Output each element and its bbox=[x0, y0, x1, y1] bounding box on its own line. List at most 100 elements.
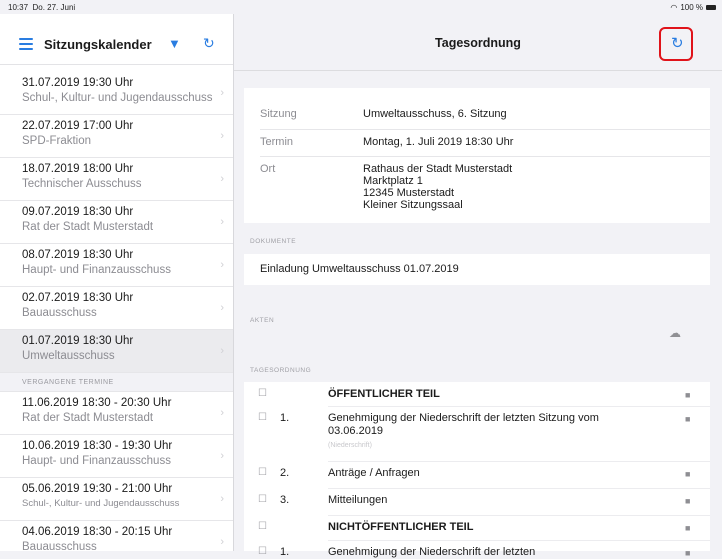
chevron-right-icon: › bbox=[220, 173, 224, 185]
checkbox-icon[interactable]: ☐ bbox=[258, 521, 267, 532]
chevron-right-icon: › bbox=[220, 536, 224, 548]
meeting-date: 31.07.2019 19:30 Uhr bbox=[22, 77, 134, 89]
section-dokumente: DOKUMENTE bbox=[250, 238, 297, 245]
nav-divider bbox=[234, 70, 722, 71]
folder-icon[interactable]: ■ bbox=[685, 414, 690, 424]
meeting-list-item[interactable]: 05.06.2019 19:30 - 21:00 Uhr Schul-, Kult… bbox=[0, 478, 233, 521]
wifi-icon: ◠ bbox=[670, 3, 678, 12]
status-bar: 10:37 Do. 27. Juni ◠ 100 % bbox=[0, 0, 722, 14]
checkbox-icon[interactable]: ☐ bbox=[258, 494, 267, 505]
section-past-meetings: VERGANGENE TERMINE bbox=[0, 373, 233, 392]
folder-icon[interactable]: ■ bbox=[685, 496, 690, 506]
chevron-right-icon: › bbox=[220, 493, 224, 505]
meeting-committee: Bauausschuss bbox=[22, 541, 97, 551]
refresh-icon: ↻ bbox=[671, 35, 684, 52]
meeting-info-card: Sitzung Umweltausschuss, 6. Sitzung Term… bbox=[244, 88, 710, 223]
meeting-committee: Bauausschuss bbox=[22, 307, 97, 319]
meeting-date: 11.06.2019 18:30 - 20:30 Uhr bbox=[22, 397, 172, 409]
folder-icon[interactable]: ■ bbox=[685, 523, 690, 533]
sidebar: Sitzungskalender ▼ ↻ 31.07.2019 19:30 Uh… bbox=[0, 14, 234, 551]
meeting-list-item[interactable]: 08.07.2019 18:30 Uhr Haupt- und Finanzaus… bbox=[0, 244, 233, 287]
meeting-date: 08.07.2019 18:30 Uhr bbox=[22, 249, 134, 261]
info-label: Ort bbox=[260, 163, 276, 175]
meeting-committee: Umweltausschuss bbox=[22, 350, 115, 362]
section-tagesordnung: TAGESORDNUNG bbox=[250, 367, 312, 374]
checkbox-icon[interactable]: ☐ bbox=[258, 467, 267, 478]
folder-icon[interactable]: ■ bbox=[685, 469, 690, 479]
chevron-right-icon: › bbox=[220, 130, 224, 142]
meeting-committee: Haupt- und Finanzausschuss bbox=[22, 455, 171, 467]
meeting-committee: SPD-Fraktion bbox=[22, 135, 92, 147]
chevron-right-icon: › bbox=[220, 450, 224, 462]
chevron-right-icon: › bbox=[220, 216, 224, 228]
chevron-right-icon: › bbox=[220, 302, 224, 314]
meeting-date: 01.07.2019 18:30 Uhr bbox=[22, 335, 134, 347]
agenda-title: Genehmigung der Niederschrift der letzte… bbox=[328, 412, 599, 437]
chevron-right-icon: › bbox=[220, 87, 224, 99]
battery-icon bbox=[706, 5, 716, 10]
meeting-list-item[interactable]: 22.07.2019 17:00 Uhr SPD-Fraktion › bbox=[0, 115, 233, 158]
agenda-number: 3. bbox=[280, 494, 290, 506]
meeting-date: 09.07.2019 18:30 Uhr bbox=[22, 206, 134, 218]
meeting-date: 04.06.2019 18:30 - 20:15 Uhr bbox=[22, 526, 173, 538]
chevron-right-icon: › bbox=[220, 345, 224, 357]
sidebar-header: Sitzungskalender ▼ ↻ bbox=[0, 14, 233, 65]
info-value: Rathaus der Stadt Musterstadt Marktplatz… bbox=[363, 163, 513, 211]
document-item[interactable]: Einladung Umweltausschuss 01.07.2019 bbox=[244, 254, 710, 285]
agenda-subtitle: (Niederschrift) bbox=[328, 442, 372, 449]
agenda-title: Genehmigung der Niederschrift der letzte… bbox=[328, 546, 536, 558]
agenda-title: Mitteilungen bbox=[328, 494, 388, 506]
meeting-date: 22.07.2019 17:00 Uhr bbox=[22, 120, 134, 132]
menu-icon[interactable] bbox=[19, 38, 33, 50]
filter-icon[interactable]: ▼ bbox=[168, 36, 181, 51]
meeting-committee: Schul-, Kultur- und Jugendausschuss bbox=[22, 498, 180, 509]
agenda-title: ÖFFENTLICHER TEIL bbox=[328, 388, 440, 400]
main-panel: Tagesordnung ↻ Sitzung Umweltausschuss, … bbox=[234, 14, 722, 558]
sidebar-refresh-icon[interactable]: ↻ bbox=[203, 35, 215, 52]
agenda-list: ☐ ÖFFENTLICHER TEIL ■ ☐ 1. Genehmigung der Ni… bbox=[244, 382, 710, 558]
meeting-committee: Rat der Stadt Musterstadt bbox=[22, 412, 154, 424]
meeting-list: 31.07.2019 19:30 Uhr Schul-, Kultur- und … bbox=[0, 72, 233, 551]
meeting-list-item[interactable]: 09.07.2019 18:30 Uhr Rat der Stadt Muster… bbox=[0, 201, 233, 244]
meeting-date: 18.07.2019 18:00 Uhr bbox=[22, 163, 134, 175]
refresh-button[interactable]: ↻ bbox=[659, 27, 693, 61]
folder-icon[interactable]: ■ bbox=[685, 390, 690, 400]
meeting-committee: Rat der Stadt Musterstadt bbox=[22, 221, 154, 233]
meeting-list-item[interactable]: 10.06.2019 18:30 - 19:30 Uhr Haupt- und F… bbox=[0, 435, 233, 478]
meeting-list-item[interactable]: 02.07.2019 18:30 Uhr Bauausschuss › bbox=[0, 287, 233, 330]
meeting-committee: Haupt- und Finanzausschuss bbox=[22, 264, 171, 276]
battery-label: 100 % bbox=[680, 3, 703, 12]
agenda-title: NICHTÖFFENTLICHER TEIL bbox=[328, 521, 474, 533]
cloud-upload-icon[interactable]: ☁ bbox=[669, 326, 681, 340]
meeting-date: 05.06.2019 19:30 - 21:00 Uhr bbox=[22, 483, 173, 495]
checkbox-icon[interactable]: ☐ bbox=[258, 546, 267, 557]
meeting-list-item[interactable]: 04.06.2019 18:30 - 20:15 Uhr Bauausschuss… bbox=[0, 521, 233, 551]
meeting-list-item[interactable]: 31.07.2019 19:30 Uhr Schul-, Kultur- und … bbox=[0, 72, 233, 115]
info-value: Umweltausschuss, 6. Sitzung bbox=[363, 108, 507, 120]
checkbox-icon[interactable]: ☐ bbox=[258, 388, 267, 399]
info-label: Sitzung bbox=[260, 108, 297, 120]
agenda-title: Anträge / Anfragen bbox=[328, 467, 420, 479]
status-right: ◠ 100 % bbox=[670, 3, 716, 12]
folder-icon[interactable]: ■ bbox=[685, 548, 690, 558]
meeting-list-item[interactable]: 11.06.2019 18:30 - 20:30 Uhr Rat der Stad… bbox=[0, 392, 233, 435]
status-time: 10:37 Do. 27. Juni bbox=[8, 3, 76, 12]
meeting-committee: Schul-, Kultur- und Jugendausschuss bbox=[22, 92, 213, 104]
checkbox-icon[interactable]: ☐ bbox=[258, 412, 267, 423]
info-label: Termin bbox=[260, 136, 294, 148]
agenda-number: 1. bbox=[280, 412, 290, 424]
meeting-list-item[interactable]: 01.07.2019 18:30 Uhr Umweltausschuss › bbox=[0, 330, 233, 373]
chevron-right-icon: › bbox=[220, 407, 224, 419]
meeting-date: 10.06.2019 18:30 - 19:30 Uhr bbox=[22, 440, 173, 452]
section-akten: AKTEN bbox=[250, 317, 275, 324]
meeting-list-item[interactable]: 18.07.2019 18:00 Uhr Technischer Ausschus… bbox=[0, 158, 233, 201]
page-title: Tagesordnung bbox=[435, 36, 521, 50]
meeting-date: 02.07.2019 18:30 Uhr bbox=[22, 292, 134, 304]
meeting-committee: Technischer Ausschuss bbox=[22, 178, 142, 190]
chevron-right-icon: › bbox=[220, 259, 224, 271]
agenda-number: 1. bbox=[280, 546, 290, 558]
info-value: Montag, 1. Juli 2019 18:30 Uhr bbox=[363, 136, 514, 148]
document-title: Einladung Umweltausschuss 01.07.2019 bbox=[260, 263, 459, 275]
agenda-number: 2. bbox=[280, 467, 290, 479]
sidebar-title: Sitzungskalender bbox=[44, 37, 152, 52]
